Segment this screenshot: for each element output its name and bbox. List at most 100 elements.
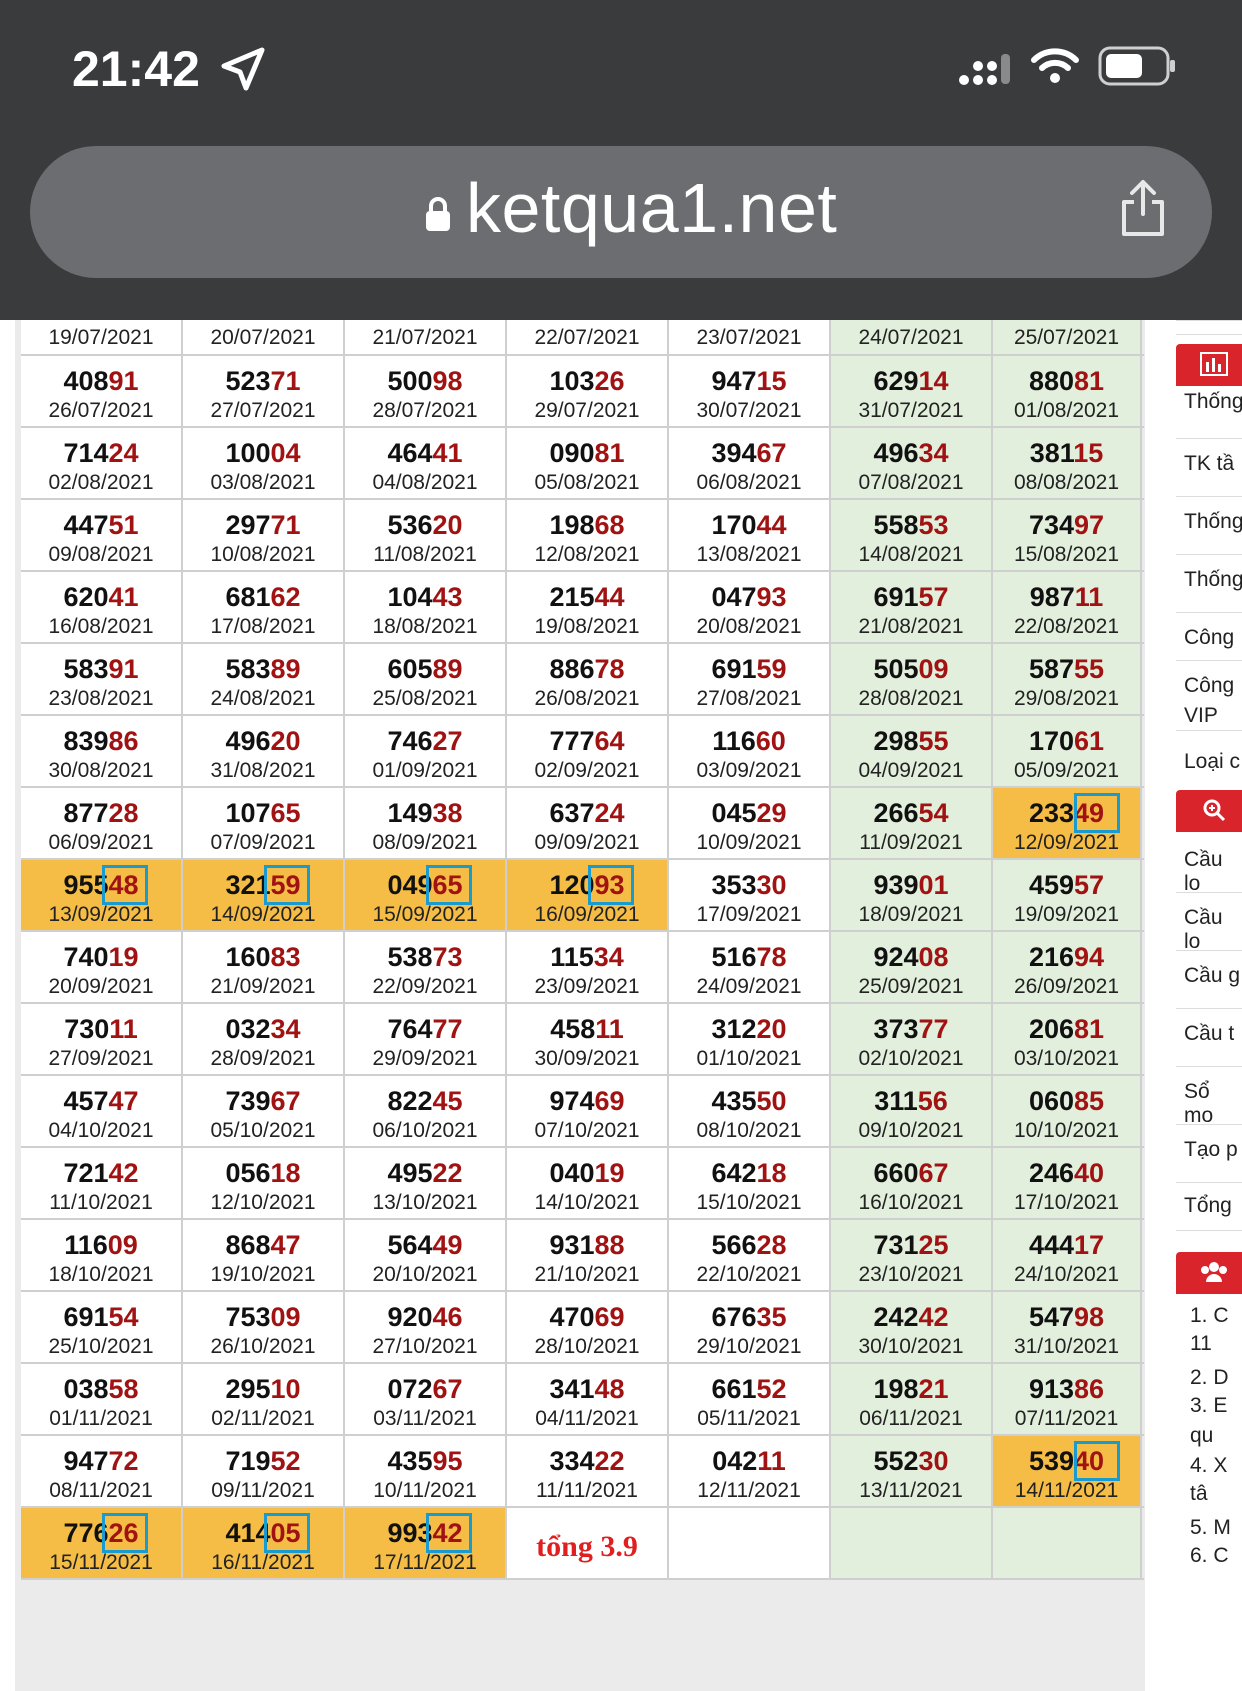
result-cell (831, 1508, 993, 1578)
result-date: 24/09/2021 (696, 975, 802, 998)
sidebar-list-item[interactable]: 11 (1190, 1332, 1212, 1356)
result-number: 62041 (21, 581, 181, 613)
sidebar-list-item[interactable]: tâ (1190, 1482, 1208, 1506)
result-head-digits: 496 (873, 438, 919, 468)
result-cell: tổng 3.9 (507, 1508, 669, 1578)
result-date: 08/09/2021 (372, 831, 478, 854)
result-cell: 06085 10/10/2021 (993, 1076, 1142, 1146)
sidebar-link[interactable]: Loại c (1184, 750, 1240, 774)
sidebar-list-item[interactable]: 2. D (1190, 1366, 1229, 1390)
result-date: 08/11/2021 (49, 1479, 153, 1502)
sidebar-divider (1176, 612, 1242, 613)
result-date: 25/10/2021 (48, 1335, 154, 1358)
result-cell: 43595 10/11/2021 (345, 1436, 507, 1506)
result-cell: 55853 14/08/2021 (831, 500, 993, 570)
result-date: 06/11/2021 (859, 1407, 963, 1430)
result-date: 29/08/2021 (1013, 687, 1120, 710)
sidebar-list-item[interactable]: 5. M (1190, 1516, 1231, 1540)
result-cell: 45747 04/10/2021 (21, 1076, 183, 1146)
result-number: 56449 (345, 1229, 505, 1261)
result-date: 18/10/2021 (48, 1263, 154, 1286)
result-head-digits: 470 (549, 1302, 595, 1332)
table-row: 74019 20/09/2021 16083 21/09/2021 53873 22/09… (21, 932, 1144, 1004)
result-head-digits: 536 (387, 510, 433, 540)
result-tail-digits: 67 (270, 1086, 301, 1116)
sidebar-link[interactable]: Sổ mo (1184, 1080, 1242, 1128)
result-tail-digits: 55 (1074, 654, 1105, 684)
result-cell: 12093 16/09/2021 (507, 860, 669, 930)
sidebar-divider (1176, 730, 1242, 731)
sidebar-link[interactable]: Công (1184, 674, 1234, 698)
result-cell: 04793 20/08/2021 (669, 572, 831, 642)
url-text[interactable]: ketqua1.net (466, 168, 837, 248)
table-row: 94772 08/11/2021 71952 09/11/2021 43595 10/11… (21, 1436, 1144, 1508)
result-number: 54798 (993, 1301, 1140, 1333)
sidebar-list-item[interactable]: 4. X (1190, 1454, 1227, 1478)
result-cell: 58389 24/08/2021 (183, 644, 345, 714)
result-cell: 58755 29/08/2021 (993, 644, 1142, 714)
result-head-digits: 777 (549, 726, 595, 756)
sidebar-link[interactable]: Cầu lo (1184, 906, 1242, 954)
sidebar-list-item[interactable]: qu (1190, 1424, 1213, 1448)
sidebar-link[interactable]: Công (1184, 626, 1234, 650)
result-head-digits: 216 (1028, 942, 1074, 972)
sidebar-link[interactable]: TK tầ (1184, 452, 1234, 476)
sidebar-link[interactable]: Cầu lo (1184, 848, 1242, 896)
result-number: 73967 (183, 1085, 343, 1117)
result-date: 20/07/2021 (210, 326, 316, 349)
result-number: 66152 (669, 1373, 829, 1405)
sidebar-link[interactable]: Cầu t (1184, 1022, 1234, 1046)
sidebar-link[interactable]: Tạo p (1184, 1138, 1238, 1162)
table-row: 83986 30/08/2021 49620 31/08/2021 74627 01/09… (21, 716, 1144, 788)
sidebar-link[interactable]: Cầu g (1184, 964, 1240, 988)
sidebar-list-item[interactable]: 6. C (1190, 1544, 1229, 1568)
sidebar-link[interactable]: Thống (1184, 510, 1242, 534)
result-head-digits: 045 (711, 798, 757, 828)
result-number: 07267 (345, 1373, 505, 1405)
result-head-digits: 312 (711, 1014, 757, 1044)
result-head-digits: 714 (63, 438, 109, 468)
result-number: 04211 (669, 1445, 829, 1477)
result-cell: 86847 19/10/2021 (183, 1220, 345, 1290)
result-head-digits: 566 (711, 1230, 757, 1260)
result-date: 29/09/2021 (372, 1047, 478, 1070)
share-icon[interactable] (1118, 178, 1168, 238)
result-date: 26/08/2021 (534, 687, 640, 710)
result-tail-digits: 42 (108, 1158, 139, 1188)
result-head-digits: 691 (711, 654, 757, 684)
result-cell: 92408 25/09/2021 (831, 932, 993, 1002)
result-cell: 22/07/2021 (507, 320, 669, 354)
result-cell: 20681 03/10/2021 (993, 1004, 1142, 1074)
result-head-digits: 734 (1028, 510, 1074, 540)
result-head-digits: 500 (387, 366, 433, 396)
result-tail-digits: 98 (1074, 1302, 1105, 1332)
result-date: 27/08/2021 (696, 687, 802, 710)
result-date: 10/10/2021 (1013, 1119, 1120, 1142)
result-head-digits: 642 (711, 1158, 757, 1188)
result-cell: 62914 31/07/2021 (831, 356, 993, 426)
result-date: 11/08/2021 (373, 543, 477, 566)
result-tail-digits: 86 (108, 726, 139, 756)
sidebar-list-item[interactable]: 1. C (1190, 1304, 1229, 1328)
result-cell: 37377 02/10/2021 (831, 1004, 993, 1074)
result-head-digits: 040 (549, 1158, 595, 1188)
result-head-digits: 939 (873, 870, 919, 900)
result-tail-digits: 29 (756, 798, 787, 828)
result-tail-digits: 20 (432, 510, 463, 540)
result-tail-digits: 71 (270, 366, 301, 396)
table-row: 73011 27/09/2021 03234 28/09/2021 76477 29/09… (21, 1004, 1144, 1076)
sidebar-link[interactable]: Tổng (1184, 1194, 1232, 1218)
result-cell: 94715 30/07/2021 (669, 356, 831, 426)
search-plus-icon (1202, 798, 1226, 827)
result-date: 15/10/2021 (696, 1191, 802, 1214)
result-date: 26/09/2021 (1013, 975, 1120, 998)
result-tail-digits: 18 (756, 1158, 787, 1188)
result-date: 08/08/2021 (1013, 471, 1120, 494)
sidebar-link[interactable]: Thống (1184, 390, 1242, 414)
sidebar-list-item[interactable]: 3. E (1190, 1394, 1227, 1418)
result-number: 20681 (993, 1013, 1140, 1045)
result-cell: 21544 19/08/2021 (507, 572, 669, 642)
sidebar-link[interactable]: Thống (1184, 568, 1242, 592)
result-cell: 04965 15/09/2021 (345, 860, 507, 930)
result-cell (993, 1508, 1142, 1578)
